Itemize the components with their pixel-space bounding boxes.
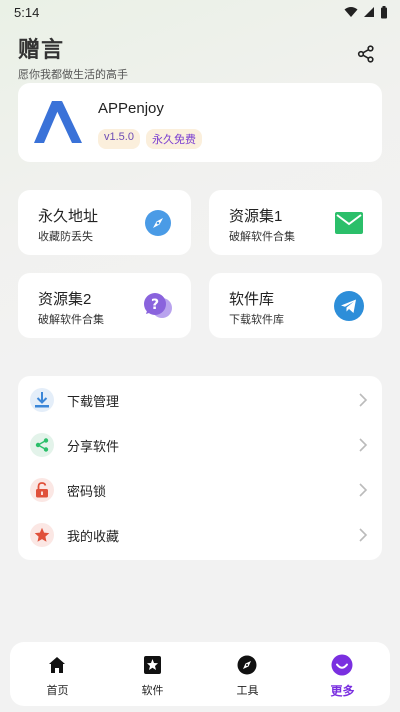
app-badges: v1.5.0 永久免费 <box>98 129 202 149</box>
tile-title: 资源集1 <box>229 208 283 225</box>
app-logo <box>32 97 84 149</box>
app-name: APPenjoy <box>98 100 164 117</box>
tab-label: 工具 <box>236 685 259 697</box>
menu-item-my-favorites[interactable]: 我的收藏 <box>18 513 382 557</box>
chevron-right-icon <box>359 483 368 497</box>
menu-item-label: 下载管理 <box>67 393 120 409</box>
menu-item-label: 分享软件 <box>67 438 120 454</box>
share-icon <box>30 433 54 457</box>
tab-home[interactable]: 首页 <box>10 642 105 706</box>
share-button[interactable] <box>354 42 378 66</box>
status-icons <box>344 5 388 19</box>
wifi-icon <box>344 7 358 17</box>
status-bar: 5:14 <box>0 0 400 24</box>
tile-subtitle: 收藏防丢失 <box>38 231 93 243</box>
page-title: 赠言 <box>18 37 65 62</box>
question-chat-icon: ? <box>143 291 173 321</box>
tab-label: 软件 <box>141 685 164 697</box>
tab-label: 首页 <box>46 685 69 697</box>
tab-software[interactable]: 软件 <box>105 642 200 706</box>
chevron-right-icon <box>359 393 368 407</box>
tile-resource-set-1[interactable]: 资源集1 破解软件合集 <box>209 190 382 255</box>
smile-icon <box>331 654 353 676</box>
tile-title: 软件库 <box>229 291 275 308</box>
signal-icon <box>364 7 374 17</box>
page-header: 赠言 愿你我都做生活的高手 <box>18 32 382 81</box>
menu-item-password-lock[interactable]: 密码锁 <box>18 468 382 512</box>
star-icon <box>30 523 54 547</box>
tile-title: 资源集2 <box>38 291 92 308</box>
tile-subtitle: 下载软件库 <box>229 314 284 326</box>
page-subtitle: 愿你我都做生活的高手 <box>18 69 128 81</box>
menu-list: 下载管理 分享软件 密码锁 我的收藏 <box>18 376 382 560</box>
mail-icon <box>334 208 364 238</box>
bottom-tab-bar: 首页 软件 工具 更多 <box>10 642 390 706</box>
app-info-card[interactable]: APPenjoy v1.5.0 永久免费 <box>18 83 382 162</box>
tile-permanent-address[interactable]: 永久地址 收藏防丢失 <box>18 190 191 255</box>
menu-item-download-manager[interactable]: 下载管理 <box>18 378 382 422</box>
chevron-right-icon <box>359 528 368 542</box>
battery-icon <box>381 5 387 18</box>
compass-icon <box>143 208 173 238</box>
menu-item-label: 密码锁 <box>67 483 107 499</box>
tab-tools[interactable]: 工具 <box>200 642 295 706</box>
chevron-right-icon <box>359 438 368 452</box>
tile-subtitle: 破解软件合集 <box>229 231 295 243</box>
tab-label: 更多 <box>330 684 355 698</box>
compass-icon <box>236 654 258 676</box>
lock-icon <box>30 478 54 502</box>
tile-title: 永久地址 <box>38 208 99 225</box>
menu-item-share-software[interactable]: 分享软件 <box>18 423 382 467</box>
menu-item-label: 我的收藏 <box>67 528 120 544</box>
share-icon <box>357 45 374 63</box>
tile-resource-set-2[interactable]: 资源集2 破解软件合集 ? <box>18 273 191 338</box>
tile-software-library[interactable]: 软件库 下载软件库 <box>209 273 382 338</box>
download-icon <box>30 388 54 412</box>
star-box-icon <box>141 654 163 676</box>
status-time: 5:14 <box>14 4 40 20</box>
version-badge: v1.5.0 <box>98 129 140 149</box>
tile-subtitle: 破解软件合集 <box>38 314 104 326</box>
tab-more[interactable]: 更多 <box>295 642 390 706</box>
telegram-icon <box>334 291 364 321</box>
svg-text:?: ? <box>151 297 159 313</box>
home-icon <box>46 654 68 676</box>
price-badge: 永久免费 <box>145 129 202 149</box>
